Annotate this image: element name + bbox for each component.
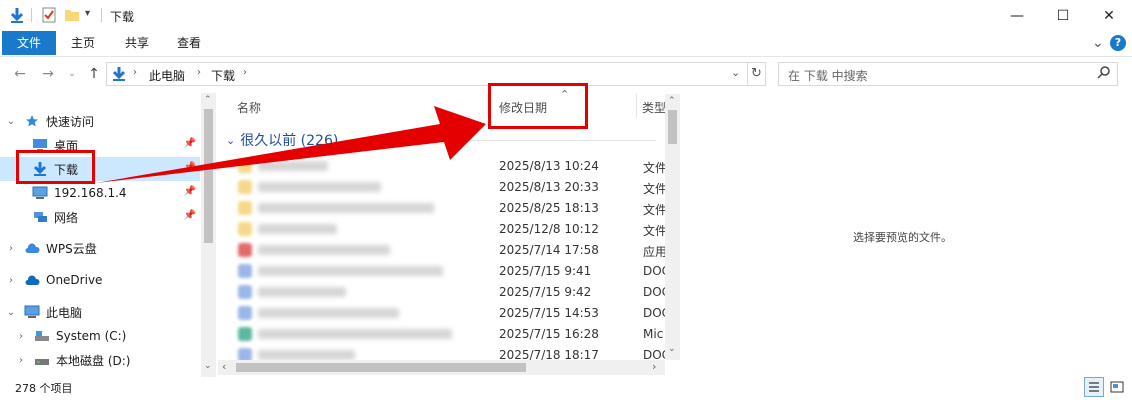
annotation-arrow-icon — [96, 106, 486, 183]
